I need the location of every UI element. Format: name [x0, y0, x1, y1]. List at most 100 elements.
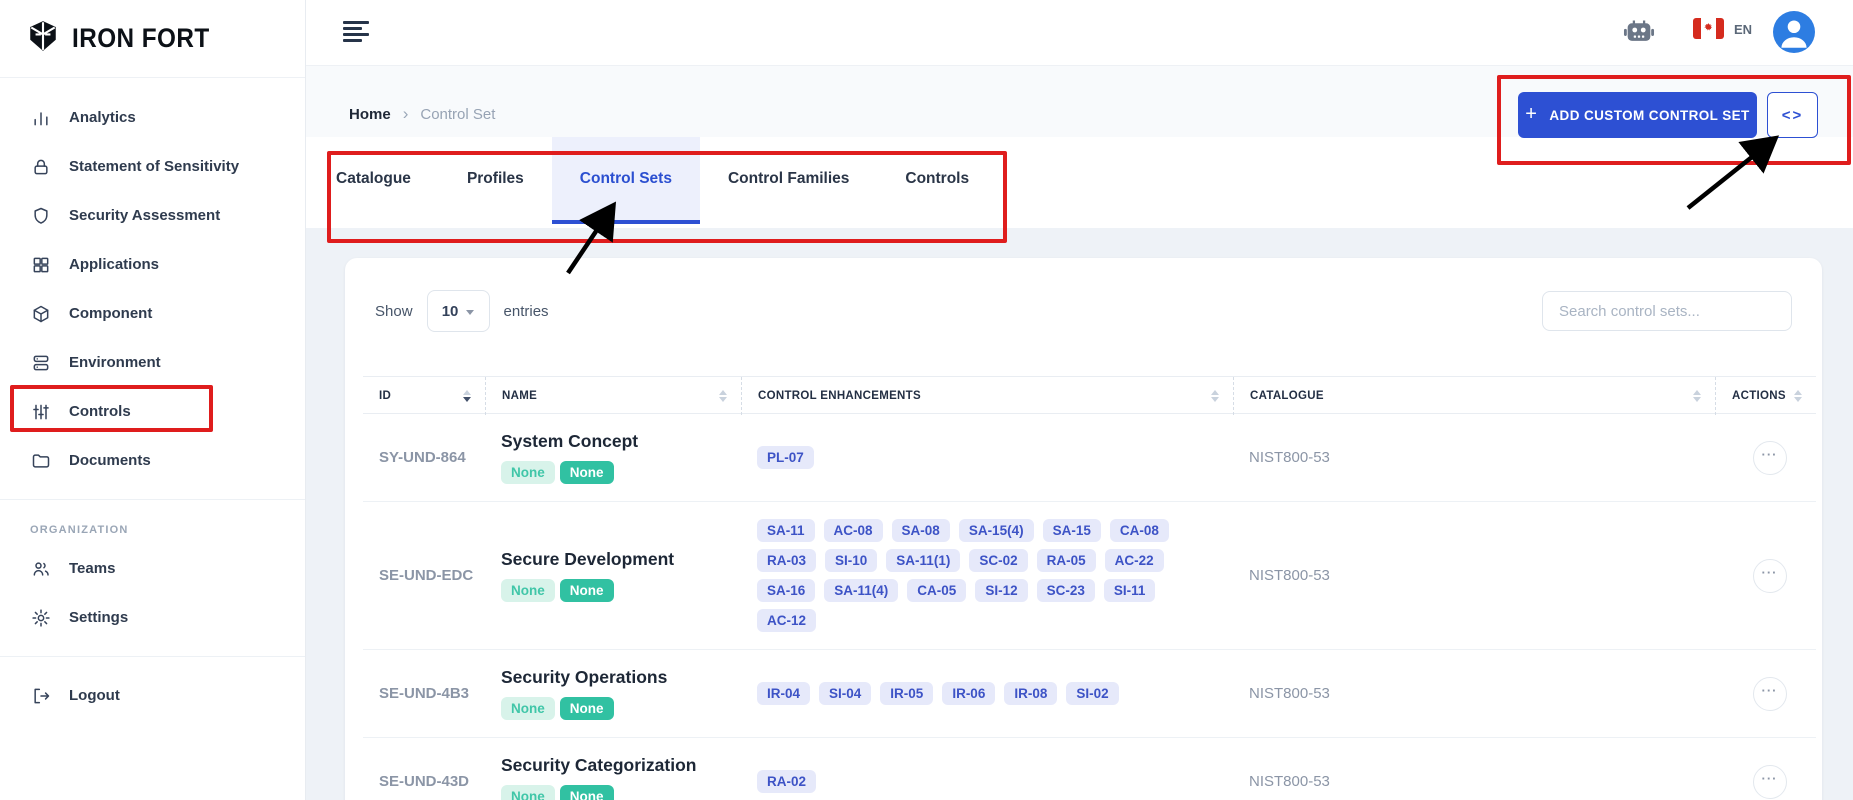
sidebar-item-analytics[interactable]: Analytics	[0, 93, 305, 142]
sidebar-item-settings[interactable]: Settings	[0, 593, 305, 642]
column-header-actions[interactable]: ACTIONS	[1715, 377, 1816, 415]
code-view-button[interactable]: <>	[1767, 92, 1818, 138]
row-catalogue: NIST800-53	[1233, 449, 1715, 466]
robot-icon[interactable]	[1622, 14, 1656, 48]
row-catalogue: NIST800-53	[1233, 773, 1715, 790]
canada-flag-icon[interactable]	[1693, 18, 1724, 39]
control-sets-card: Show 10 entries ID NAME	[345, 258, 1822, 800]
status-badge: None	[501, 785, 555, 800]
entries-label: entries	[504, 303, 549, 320]
ellipsis-icon: ···	[1762, 683, 1778, 698]
sort-icon	[1794, 390, 1802, 402]
grid-icon	[30, 254, 52, 276]
table-row: SY-UND-864 System Concept NoneNone PL-07…	[363, 414, 1816, 502]
users-icon	[30, 558, 52, 580]
brand-logo[interactable]: IRON FORT	[0, 0, 305, 78]
row-name-cell: Security Operations NoneNone	[485, 667, 741, 720]
add-custom-control-set-button[interactable]: + ADD CUSTOM CONTROL SET	[1518, 92, 1757, 138]
enhancement-chip: RA-02	[757, 770, 816, 793]
row-menu-button[interactable]: ···	[1753, 559, 1787, 593]
sidebar-item-logout[interactable]: Logout	[0, 671, 305, 720]
tab-profiles[interactable]: Profiles	[439, 137, 552, 224]
sidebar-section-organization: ORGANIZATION	[0, 514, 305, 544]
enhancement-chip: AC-22	[1105, 549, 1164, 572]
sidebar-item-applications[interactable]: Applications	[0, 240, 305, 289]
folder-icon	[30, 450, 52, 472]
show-label: Show	[375, 303, 413, 320]
breadcrumb-home[interactable]: Home	[349, 106, 391, 123]
table-row: SE-UND-EDC Secure Development NoneNone S…	[363, 502, 1816, 650]
row-menu-button[interactable]: ···	[1753, 441, 1787, 475]
gear-icon	[30, 607, 52, 629]
sidebar-divider	[0, 499, 305, 500]
table-body: SY-UND-864 System Concept NoneNone PL-07…	[363, 414, 1816, 800]
status-badge: None	[501, 697, 555, 720]
enhancement-chips: SA-11AC-08SA-08SA-15(4)SA-15CA-08RA-03SI…	[757, 519, 1209, 632]
bar-chart-icon	[30, 107, 52, 129]
enhancement-chip: SA-16	[757, 579, 815, 602]
sidebar-item-documents[interactable]: Documents	[0, 436, 305, 485]
search-input[interactable]	[1542, 291, 1792, 331]
column-header-id[interactable]: ID	[363, 377, 485, 415]
row-id: SE-UND-EDC	[363, 567, 485, 584]
column-header-control-enhancements[interactable]: CONTROL ENHANCEMENTS	[741, 377, 1233, 415]
user-avatar[interactable]	[1773, 11, 1815, 53]
enhancement-chips: IR-04SI-04IR-05IR-06IR-08SI-02	[757, 682, 1209, 705]
tab-catalogue[interactable]: Catalogue	[308, 137, 439, 224]
table-row: SE-UND-43D Security Categorization NoneN…	[363, 738, 1816, 800]
server-icon	[30, 352, 52, 374]
row-actions-cell: ···	[1715, 765, 1816, 799]
sidebar-item-statement-of-sensitivity[interactable]: Statement of Sensitivity	[0, 142, 305, 191]
tab-controls[interactable]: Controls	[877, 137, 997, 224]
enhancement-chips: PL-07	[757, 446, 1209, 469]
row-badges: None None	[501, 785, 733, 800]
page-size-row: Show 10 entries	[375, 290, 549, 332]
main-content: Home › Control Set Catalogue Profiles Co…	[306, 66, 1853, 800]
enhancement-chip: CA-05	[907, 579, 966, 602]
breadcrumb-current: Control Set	[420, 106, 495, 123]
sidebar-nav: Analytics Statement of Sensitivity Secur…	[0, 78, 305, 720]
control-sets-table: ID NAME CONTROL ENHANCEMENTS CATALOGUE	[363, 376, 1816, 800]
sidebar-item-controls[interactable]: Controls	[0, 387, 305, 436]
row-enhancements-cell: IR-04SI-04IR-05IR-06IR-08SI-02	[741, 682, 1233, 705]
page-size-select[interactable]: 10	[427, 290, 490, 332]
sidebar-item-teams[interactable]: Teams	[0, 544, 305, 593]
control-set-name: Security Operations	[501, 667, 733, 688]
table-row: SE-UND-4B3 Security Operations NoneNone …	[363, 650, 1816, 738]
ellipsis-icon: ···	[1762, 771, 1778, 786]
tab-control-families[interactable]: Control Families	[700, 137, 877, 224]
enhancement-chip: PL-07	[757, 446, 814, 469]
column-header-name[interactable]: NAME	[485, 377, 741, 415]
row-name-cell: System Concept NoneNone	[485, 431, 741, 484]
sidebar: IRON FORT Analytics Statement of Sensiti…	[0, 0, 306, 800]
language-label[interactable]: EN	[1734, 22, 1752, 37]
enhancement-chip: RA-05	[1037, 549, 1096, 572]
enhancement-chip: AC-08	[824, 519, 883, 542]
sidebar-divider	[0, 656, 305, 657]
status-badge: None	[560, 785, 614, 800]
brand-name: IRON FORT	[72, 23, 210, 54]
sidebar-item-security-assessment[interactable]: Security Assessment	[0, 191, 305, 240]
enhancement-chip: SI-12	[975, 579, 1027, 602]
enhancement-chip: SA-11(4)	[824, 579, 898, 602]
sidebar-item-component[interactable]: Component	[0, 289, 305, 338]
breadcrumb: Home › Control Set	[349, 104, 495, 124]
enhancement-chip: SA-11	[757, 519, 815, 542]
row-menu-button[interactable]: ···	[1753, 677, 1787, 711]
enhancement-chip: SC-23	[1037, 579, 1095, 602]
sidebar-item-environment[interactable]: Environment	[0, 338, 305, 387]
enhancement-chip: SC-02	[969, 549, 1027, 572]
enhancement-chip: SI-10	[825, 549, 877, 572]
enhancement-chip: SA-11(1)	[886, 549, 960, 572]
row-menu-button[interactable]: ···	[1753, 765, 1787, 799]
lock-icon	[30, 156, 52, 178]
row-name-cell: Security Categorization NoneNone	[485, 755, 741, 800]
tab-control-sets[interactable]: Control Sets	[552, 137, 700, 224]
hamburger-menu-icon[interactable]	[343, 21, 369, 45]
row-catalogue: NIST800-53	[1233, 567, 1715, 584]
enhancement-chip: SA-15	[1043, 519, 1101, 542]
row-actions-cell: ···	[1715, 441, 1816, 475]
plus-icon: +	[1525, 103, 1537, 126]
row-id: SY-UND-864	[363, 449, 485, 466]
column-header-catalogue[interactable]: CATALOGUE	[1233, 377, 1715, 415]
